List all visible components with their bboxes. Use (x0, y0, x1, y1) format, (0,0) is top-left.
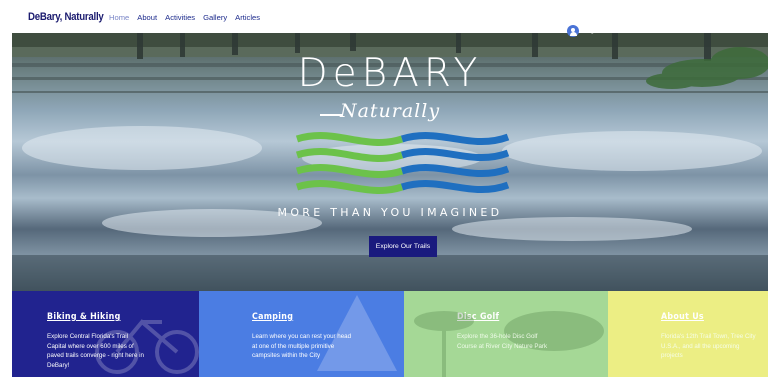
nav-gallery[interactable]: Gallery (203, 13, 227, 22)
login-button[interactable]: Log In (567, 25, 601, 37)
card-camping[interactable]: Camping Learn where you can rest your he… (199, 291, 404, 377)
hero-section: DeBARY Naturally MORE THAN YOU IMAGINED … (12, 33, 768, 291)
card-disc-golf[interactable]: Disc Golf Explore the 36-hole Disc Golf … (404, 291, 608, 377)
login-label: Log In (584, 28, 601, 34)
card-title[interactable]: About Us (661, 312, 768, 322)
activity-cards: Biking & Hiking Explore Central Florida'… (12, 291, 768, 377)
nav-activities[interactable]: Activities (165, 13, 195, 22)
site-header: DeBary, Naturally Home About Activities … (0, 0, 774, 33)
site-logo-text[interactable]: DeBary, Naturally (28, 11, 104, 23)
hero-subtitle: Naturally (339, 100, 441, 122)
main-nav: Home About Activities Gallery Articles (109, 13, 260, 22)
tree-watermark-icon (317, 295, 397, 371)
explore-trails-button[interactable]: Explore Our Trails (369, 236, 437, 257)
nav-about[interactable]: About (137, 13, 157, 22)
user-avatar-icon (567, 25, 579, 37)
nav-home[interactable]: Home (109, 13, 129, 22)
card-about-us[interactable]: About Us Florida's 12th Trail Town, Tree… (608, 291, 768, 377)
hero-title: DeBARY (297, 51, 483, 96)
nav-articles[interactable]: Articles (235, 13, 260, 22)
card-text: Explore the 36-hole Disc Golf Course at … (457, 333, 548, 350)
hero-tagline: MORE THAN YOU IMAGINED (277, 206, 503, 219)
waves-logo-icon (295, 132, 510, 194)
card-text: Florida's 12th Trail Town, Tree City U.S… (661, 333, 756, 360)
bike-watermark-icon (95, 319, 199, 374)
card-biking-hiking[interactable]: Biking & Hiking Explore Central Florida'… (12, 291, 199, 377)
